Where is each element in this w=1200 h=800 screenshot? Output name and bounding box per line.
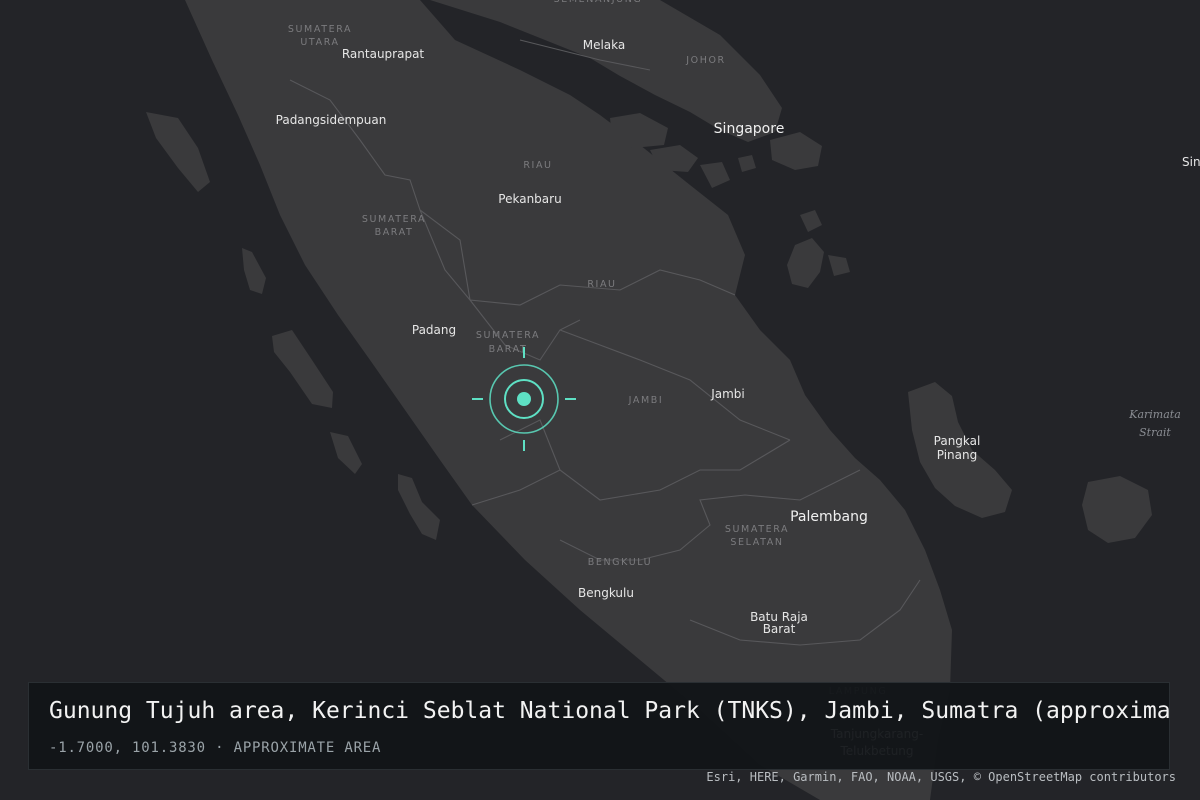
place-label-bengkulu: Bengkulu	[578, 586, 634, 600]
place-label-rantauprapat: Rantauprapat	[342, 47, 425, 61]
meta-separator: ·	[215, 740, 225, 756]
region-label-johor: JOHOR	[685, 55, 726, 66]
region-label-riau-south: RIAU	[587, 279, 616, 290]
place-label-singapore: Singapore	[714, 121, 785, 137]
location-dot	[517, 392, 531, 406]
place-label-padang: Padang	[412, 323, 456, 337]
place-label-jambi: Jambi	[710, 387, 745, 401]
map-canvas[interactable]: SUMATERAUTARA SEMENANJUNG JOHOR RIAU SUM…	[0, 0, 1200, 800]
location-precision: APPROXIMATE AREA	[233, 740, 382, 756]
place-label-pekanbaru: Pekanbaru	[498, 192, 561, 206]
location-title: Gunung Tujuh area, Kerinci Seblat Nation…	[49, 698, 1170, 724]
place-label-pangkal-pinang: Pangkal Pinang	[934, 434, 981, 462]
map-attribution: Esri, HERE, Garmin, FAO, NOAA, USGS, © O…	[706, 770, 1176, 784]
location-caption-panel: Gunung Tujuh area, Kerinci Seblat Nation…	[28, 682, 1170, 770]
place-label-sin-partial: Sin	[1182, 155, 1200, 169]
location-meta: -1.7000, 101.3830 · APPROXIMATE AREA	[49, 740, 381, 756]
place-label-padangsidempuan: Padangsidempuan	[276, 113, 387, 127]
location-coordinates: -1.7000, 101.3830	[49, 740, 206, 756]
region-label-semenanjung: SEMENANJUNG	[554, 0, 643, 5]
region-label-jambi: JAMBI	[628, 395, 664, 406]
place-label-melaka: Melaka	[583, 38, 626, 52]
place-label-palembang: Palembang	[790, 509, 868, 525]
region-label-bengkulu: BENGKULU	[588, 557, 653, 568]
region-label-riau-north: RIAU	[523, 160, 552, 171]
